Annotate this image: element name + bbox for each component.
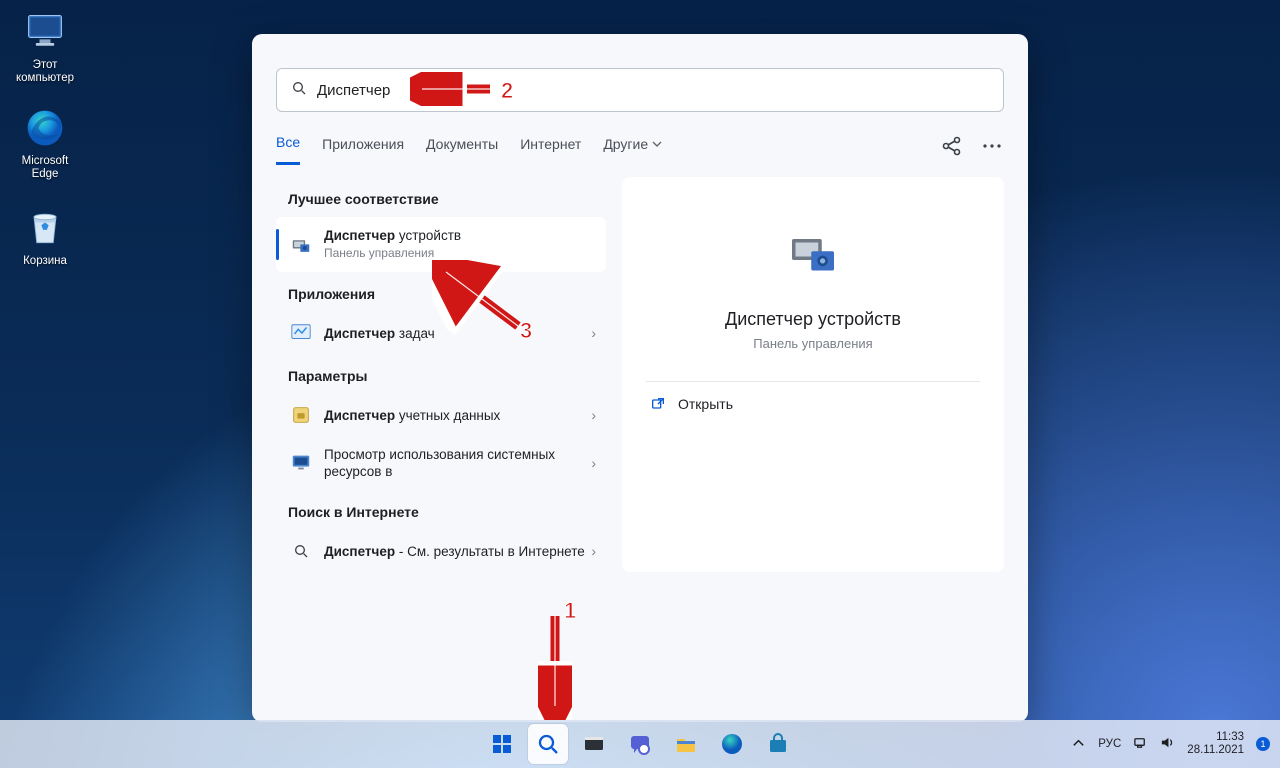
tray-volume-icon[interactable] — [1160, 735, 1175, 753]
system-tray: РУС 11:33 28.11.2021 1 — [1071, 731, 1270, 757]
taskbar-explorer[interactable] — [666, 724, 706, 764]
search-input[interactable] — [317, 82, 989, 99]
tab-more[interactable]: Другие — [603, 134, 662, 165]
taskbar: РУС 11:33 28.11.2021 1 — [0, 720, 1280, 768]
tab-web[interactable]: Интернет — [520, 134, 581, 165]
device-manager-icon — [785, 225, 841, 281]
recycle-bin-icon — [23, 206, 67, 250]
section-settings: Параметры — [288, 368, 606, 384]
section-web: Поиск в Интернете — [288, 504, 606, 520]
tab-apps[interactable]: Приложения — [322, 134, 404, 165]
search-icon — [291, 80, 307, 101]
result-resource-usage[interactable]: Просмотр использования системных ресурсо… — [276, 436, 606, 490]
start-button[interactable] — [482, 724, 522, 764]
preview-title: Диспетчер устройств — [646, 309, 980, 330]
more-icon[interactable] — [980, 134, 1004, 158]
result-text: Диспетчер учетных данных — [324, 407, 585, 424]
results-list: Лучшее соответствие Диспетчер устройств … — [276, 177, 606, 572]
tray-language[interactable]: РУС — [1098, 738, 1121, 750]
search-tabs: Все Приложения Документы Интернет Другие — [276, 134, 662, 165]
desktop-icon-label: Microsoft Edge — [22, 155, 69, 180]
monitor-settings-icon — [290, 452, 312, 474]
chevron-right-icon: › — [591, 455, 596, 471]
tray-network-icon[interactable] — [1133, 735, 1148, 753]
search-icon — [290, 540, 312, 562]
tab-documents[interactable]: Документы — [426, 134, 498, 165]
tray-clock[interactable]: 11:33 28.11.2021 — [1187, 731, 1244, 757]
preview-action-open[interactable]: Открыть — [646, 382, 980, 426]
result-credential-manager[interactable]: Диспетчер учетных данных › — [276, 394, 606, 436]
desktop-icon-label: Корзина — [23, 255, 67, 267]
device-manager-icon — [290, 234, 312, 256]
section-apps: Приложения — [288, 286, 606, 302]
taskbar-edge[interactable] — [712, 724, 752, 764]
chevron-right-icon: › — [591, 325, 596, 341]
taskbar-store[interactable] — [758, 724, 798, 764]
chevron-down-icon — [652, 139, 662, 149]
desktop-icon-label: Этот компьютер — [16, 59, 74, 84]
chevron-right-icon: › — [591, 543, 596, 559]
result-text: Диспетчер задач — [324, 325, 585, 342]
chevron-right-icon: › — [591, 407, 596, 423]
tab-all[interactable]: Все — [276, 134, 300, 165]
search-flyout: Все Приложения Документы Интернет Другие… — [252, 34, 1028, 722]
desktop-icon-this-pc[interactable]: Этот компьютер — [6, 10, 84, 85]
activity-icon — [290, 322, 312, 344]
desktop-icon-edge[interactable]: Microsoft Edge — [6, 106, 84, 181]
taskbar-chat[interactable] — [620, 724, 660, 764]
result-preview-pane: Диспетчер устройств Панель управления От… — [622, 177, 1004, 572]
tray-notifications[interactable]: 1 — [1256, 737, 1270, 751]
open-icon — [650, 396, 666, 412]
result-task-manager[interactable]: Диспетчер задач › — [276, 312, 606, 354]
search-bar — [276, 68, 1004, 112]
result-text: Диспетчер устройств Панель управления — [324, 227, 596, 262]
share-icon[interactable] — [940, 134, 964, 158]
taskbar-search-button[interactable] — [528, 724, 568, 764]
desktop-icon-recycle-bin[interactable]: Корзина — [6, 206, 84, 268]
credentials-icon — [290, 404, 312, 426]
taskbar-task-view[interactable] — [574, 724, 614, 764]
edge-icon — [23, 106, 67, 150]
monitor-icon — [23, 10, 67, 54]
result-text: Диспетчер - См. результаты в Интернете — [324, 543, 585, 560]
result-web-search[interactable]: Диспетчер - См. результаты в Интернете › — [276, 530, 606, 572]
result-device-manager[interactable]: Диспетчер устройств Панель управления — [276, 217, 606, 272]
preview-sub: Панель управления — [646, 336, 980, 382]
result-text: Просмотр использования системных ресурсо… — [324, 446, 585, 480]
section-best-match: Лучшее соответствие — [288, 191, 606, 207]
tray-chevron-icon[interactable] — [1071, 735, 1086, 753]
search-tabs-row: Все Приложения Документы Интернет Другие — [252, 112, 1028, 165]
